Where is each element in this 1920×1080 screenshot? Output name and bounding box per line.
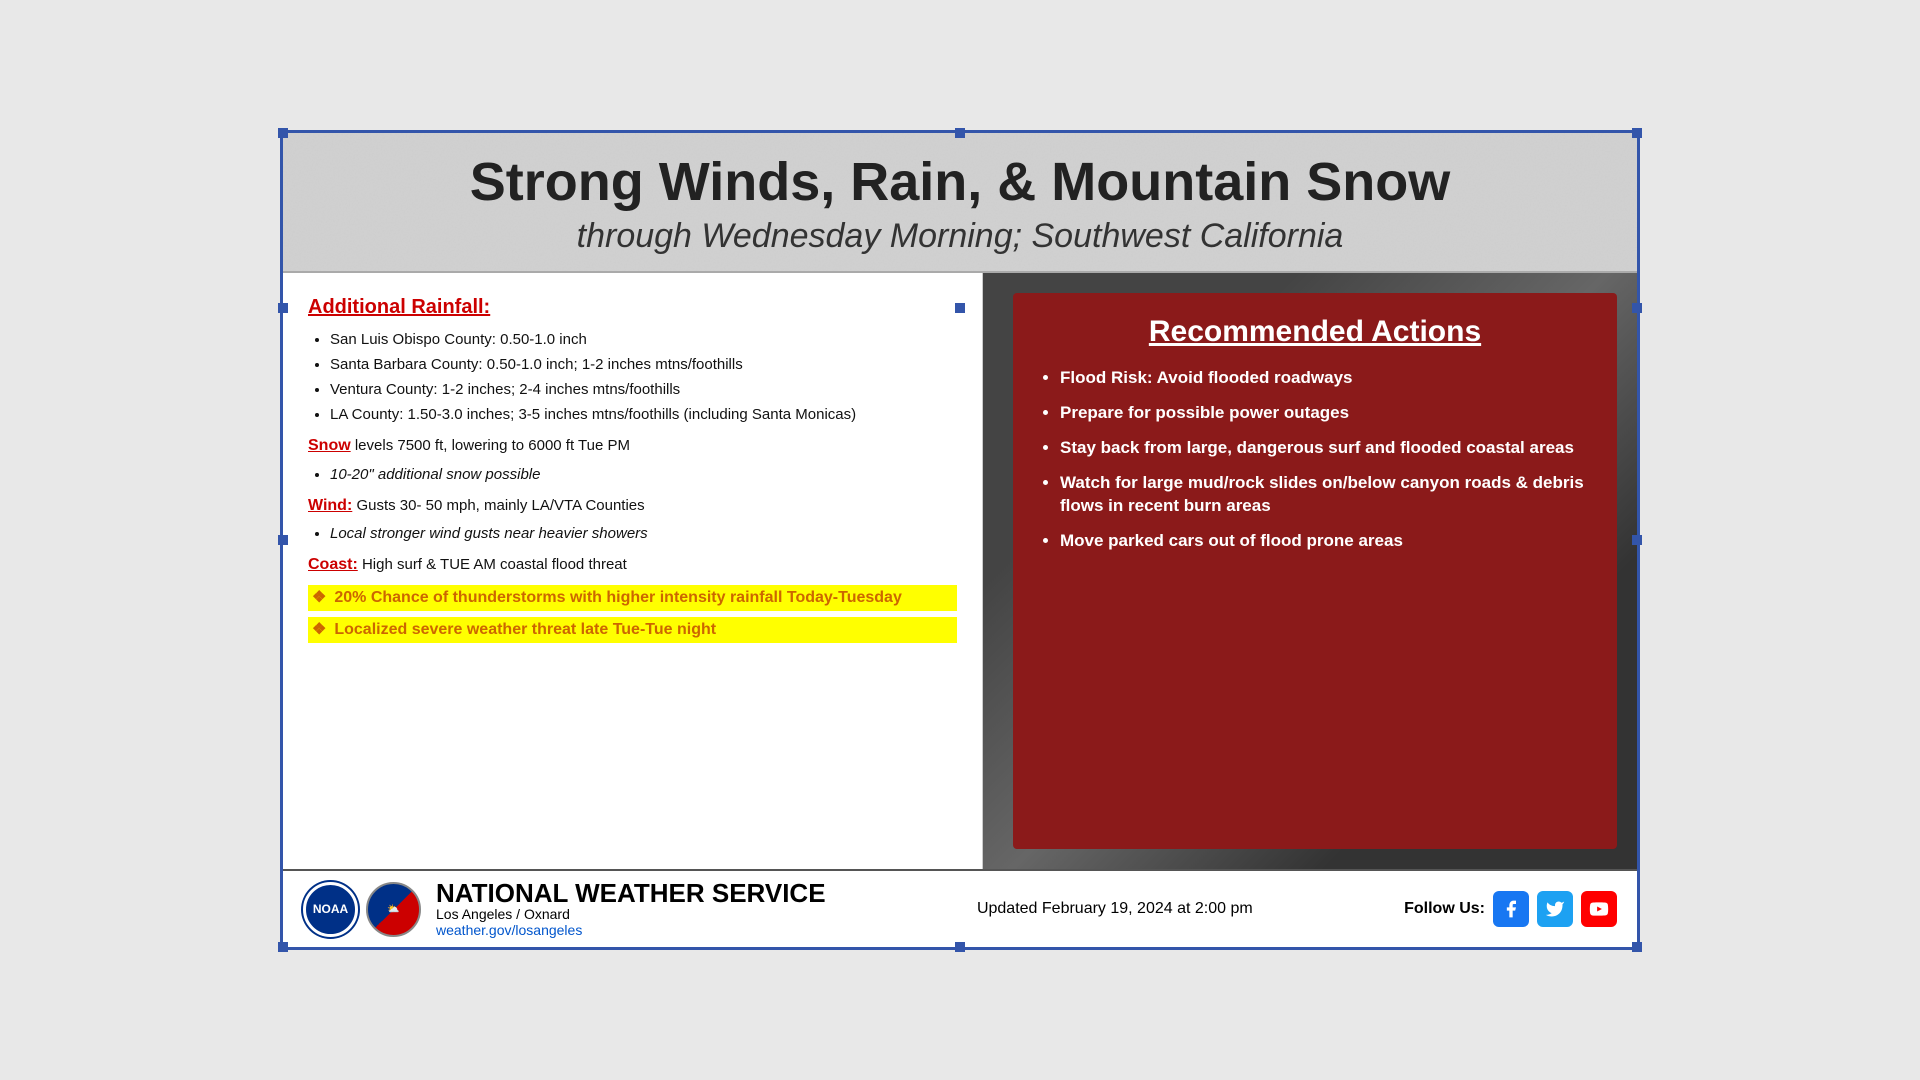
handle-top-left[interactable] — [278, 128, 288, 138]
recommended-box: Recommended Actions Flood Risk: Avoid fl… — [1013, 293, 1617, 849]
handle-top-right[interactable] — [1632, 128, 1642, 138]
rainfall-item-4: LA County: 1.50-3.0 inches; 3-5 inches m… — [330, 404, 957, 425]
handle-mid-left[interactable] — [278, 535, 288, 545]
footer-section: NOAA ⛅ NATIONAL WEATHER SERVICE Los Ange… — [283, 869, 1637, 947]
noaa-label: NOAA — [313, 902, 348, 916]
org-url: weather.gov/losangeles — [436, 922, 826, 938]
handle-bottom-mid[interactable] — [955, 942, 965, 952]
slide-container: Strong Winds, Rain, & Mountain Snow thro… — [280, 130, 1640, 950]
wind-label: Wind: — [308, 497, 352, 514]
page-background: Strong Winds, Rain, & Mountain Snow thro… — [0, 0, 1920, 1080]
youtube-icon[interactable] — [1581, 891, 1617, 927]
rec-item-2: Prepare for possible power outages — [1060, 402, 1592, 425]
recommended-list: Flood Risk: Avoid flooded roadways Prepa… — [1038, 367, 1592, 553]
diamond-icon-1: ❖ — [312, 587, 326, 609]
rainfall-item-1: San Luis Obispo County: 0.50-1.0 inch — [330, 329, 957, 350]
highlight-2: ❖ Localized severe weather threat late T… — [308, 617, 957, 643]
coast-label: Coast: — [308, 556, 358, 573]
left-panel: Additional Rainfall: San Luis Obispo Cou… — [283, 273, 983, 869]
recommended-title: Recommended Actions — [1038, 315, 1592, 349]
highlight-text-1: 20% Chance of thunderstorms with higher … — [334, 587, 902, 609]
diamond-icon-2: ❖ — [312, 619, 326, 641]
wind-bullet: Local stronger wind gusts near heavier s… — [330, 523, 957, 544]
rainfall-item-2: Santa Barbara County: 0.50-1.0 inch; 1-2… — [330, 354, 957, 375]
footer-updated: Updated February 19, 2024 at 2:00 pm — [841, 900, 1390, 918]
wind-bullet-list: Local stronger wind gusts near heavier s… — [308, 523, 957, 544]
handle-mid-top[interactable] — [955, 303, 965, 313]
handle-left-mid2[interactable] — [278, 303, 288, 313]
handle-mid-right[interactable] — [1632, 535, 1642, 545]
handle-bottom-left[interactable] — [278, 942, 288, 952]
sub-title: through Wednesday Morning; Southwest Cal… — [293, 217, 1627, 256]
nws-label: ⛅ — [387, 904, 399, 915]
snow-bullet: 10-20" additional snow possible — [330, 464, 957, 485]
highlight-text-2: Localized severe weather threat late Tue… — [334, 619, 716, 641]
snow-label: Snow — [308, 437, 351, 454]
handle-right-mid2[interactable] — [1632, 303, 1642, 313]
org-name: NATIONAL WEATHER SERVICE — [436, 880, 826, 906]
nws-logo: ⛅ — [366, 882, 421, 937]
follow-label: Follow Us: — [1404, 900, 1485, 918]
header-section: Strong Winds, Rain, & Mountain Snow thro… — [283, 133, 1637, 273]
handle-top-mid[interactable] — [955, 128, 965, 138]
rec-item-3: Stay back from large, dangerous surf and… — [1060, 437, 1592, 460]
rainfall-list: San Luis Obispo County: 0.50-1.0 inch Sa… — [308, 329, 957, 425]
main-title: Strong Winds, Rain, & Mountain Snow — [293, 153, 1627, 212]
wind-text: Gusts 30- 50 mph, mainly LA/VTA Counties — [356, 497, 644, 514]
facebook-icon[interactable] — [1493, 891, 1529, 927]
nws-text-block: NATIONAL WEATHER SERVICE Los Angeles / O… — [436, 880, 826, 938]
snow-bullet-list: 10-20" additional snow possible — [308, 464, 957, 485]
coast-text: High surf & TUE AM coastal flood threat — [362, 556, 627, 573]
handle-bottom-right[interactable] — [1632, 942, 1642, 952]
twitter-icon[interactable] — [1537, 891, 1573, 927]
highlight-1: ❖ 20% Chance of thunderstorms with highe… — [308, 585, 957, 611]
rec-item-4: Watch for large mud/rock slides on/below… — [1060, 472, 1592, 518]
wind-line: Wind: Gusts 30- 50 mph, mainly LA/VTA Co… — [308, 495, 957, 517]
rainfall-title: Additional Rainfall: — [308, 293, 957, 321]
rec-item-5: Move parked cars out of flood prone area… — [1060, 530, 1592, 553]
snow-text: levels 7500 ft, lowering to 6000 ft Tue … — [355, 437, 630, 454]
rainfall-item-3: Ventura County: 1-2 inches; 2-4 inches m… — [330, 379, 957, 400]
org-sub: Los Angeles / Oxnard — [436, 906, 826, 922]
rec-item-1: Flood Risk: Avoid flooded roadways — [1060, 367, 1592, 390]
coast-line: Coast: High surf & TUE AM coastal flood … — [308, 554, 957, 576]
right-panel: Recommended Actions Flood Risk: Avoid fl… — [983, 273, 1637, 869]
body-section: Additional Rainfall: San Luis Obispo Cou… — [283, 273, 1637, 869]
footer-social: Follow Us: — [1404, 891, 1617, 927]
noaa-logo: NOAA — [303, 882, 358, 937]
noaa-logos: NOAA ⛅ — [303, 882, 421, 937]
snow-line: Snow levels 7500 ft, lowering to 6000 ft… — [308, 435, 957, 457]
